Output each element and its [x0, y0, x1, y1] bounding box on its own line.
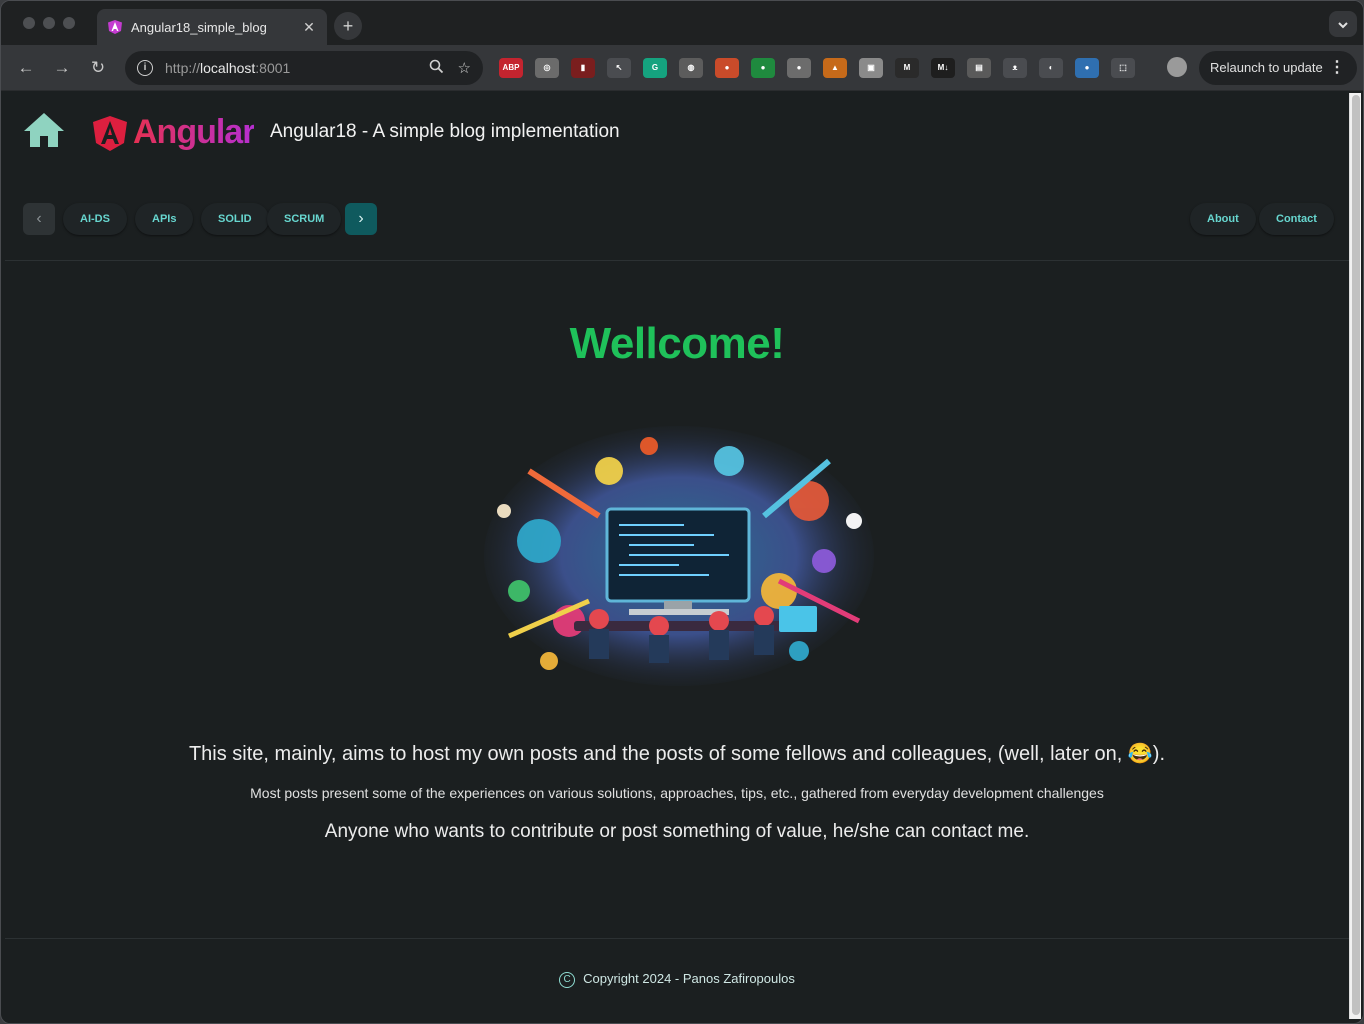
tab-strip: Angular18_simple_blog ✕ + — [1, 1, 1363, 45]
green-extension-icon[interactable]: ● — [751, 58, 775, 78]
page-scrollbar[interactable] — [1349, 93, 1361, 1019]
forward-button[interactable]: → — [49, 55, 75, 81]
hero-illustration — [484, 426, 874, 686]
ring-extension-icon[interactable]: ◎ — [535, 58, 559, 78]
url-scheme: http:// — [165, 60, 201, 76]
owl-extension-icon[interactable]: ● — [787, 58, 811, 78]
cursor-extension-icon[interactable]: ↖ — [607, 58, 631, 78]
welcome-heading: Wellcome! — [569, 319, 785, 368]
grammarly-icon[interactable]: G — [643, 58, 667, 78]
reload-icon: ↻ — [90, 58, 106, 77]
browser-window: Angular18_simple_blog ✕ + ← → ↻ i http:/… — [0, 0, 1364, 1024]
chevron-down-icon — [1338, 22, 1348, 29]
puzzle-icon[interactable]: ⬚ — [1111, 58, 1135, 78]
image-extension-icon[interactable]: ▣ — [859, 58, 883, 78]
maximize-window-button[interactable] — [63, 17, 75, 29]
active-tab[interactable]: Angular18_simple_blog ✕ — [97, 9, 327, 45]
site-header: Angular Angular18 - A simple blog implem… — [5, 91, 1349, 181]
zoom-icon[interactable] — [429, 59, 444, 78]
site-footer: C Copyright 2024 - Panos Zafiropoulos — [5, 971, 1349, 988]
cat-extension-icon[interactable]: ᴥ — [1003, 58, 1027, 78]
address-bar[interactable]: i http://localhost:8001 ☆ — [125, 51, 483, 85]
flame-extension-icon[interactable]: ▲ — [823, 58, 847, 78]
pdf-extension-icon[interactable]: ▮ — [571, 58, 595, 78]
detail-text: Most posts present some of the experienc… — [250, 785, 1104, 801]
moon-extension-icon[interactable]: ◐ — [1039, 58, 1063, 78]
nav-item-contact[interactable]: Contact — [1259, 203, 1334, 235]
medium-extension-icon[interactable]: M — [895, 58, 919, 78]
blue-extension-icon[interactable]: ● — [1075, 58, 1099, 78]
chevron-right-icon: › — [358, 210, 364, 227]
browser-toolbar: ← → ↻ i http://localhost:8001 ☆ ABP ◎ ▮ ↖ G ◍… — [1, 45, 1363, 91]
angular-favicon-icon — [108, 20, 122, 34]
arrow-right-icon: → — [53, 58, 71, 77]
new-tab-button[interactable]: + — [334, 12, 362, 40]
contact-text: Anyone who wants to contribute or post s… — [324, 821, 1030, 842]
url-host: localhost — [200, 60, 256, 76]
nav-item-about[interactable]: About — [1190, 203, 1256, 235]
header-divider — [5, 260, 1349, 261]
bookmark-star-icon[interactable]: ☆ — [458, 59, 471, 77]
nav-item-solid[interactable]: SOLID — [201, 203, 269, 235]
minimize-window-button[interactable] — [43, 17, 55, 29]
url-text[interactable]: http://localhost:8001 — [165, 60, 415, 76]
close-window-button[interactable] — [23, 17, 35, 29]
tab-close-icon[interactable]: ✕ — [301, 19, 317, 36]
more-menu-icon[interactable]: ⋮ — [1329, 51, 1345, 85]
reload-button[interactable]: ↻ — [85, 55, 111, 81]
tab-title: Angular18_simple_blog — [131, 19, 267, 35]
angular-logo-text: Angular — [133, 113, 255, 151]
web-page: Angular Angular18 - A simple blog implem… — [5, 91, 1349, 1023]
footer-divider — [5, 938, 1349, 939]
tab-search-button[interactable] — [1329, 11, 1357, 37]
window-extension-icon[interactable]: ▤ — [967, 58, 991, 78]
profile-avatar[interactable] — [1167, 57, 1187, 77]
site-title: Angular18 - A simple blog implementation — [270, 121, 620, 142]
relaunch-label: Relaunch to update — [1210, 60, 1323, 75]
copyright-text: Copyright 2024 - Panos Zafiropoulos — [583, 971, 795, 986]
nav-item-ai-ds[interactable]: AI-DS — [63, 203, 127, 235]
nav-prev-button[interactable]: ‹ — [23, 203, 55, 235]
back-button[interactable]: ← — [13, 55, 39, 81]
nav-next-button[interactable]: › — [345, 203, 377, 235]
scrollbar-thumb[interactable] — [1352, 95, 1360, 1015]
circle-extension-icon[interactable]: ◍ — [679, 58, 703, 78]
url-port: :8001 — [255, 60, 291, 76]
category-nav: ‹ AI-DS APIs SOLID SCRUM › About Contact — [5, 201, 1349, 241]
arrow-left-icon: ← — [17, 58, 35, 77]
angular-logo[interactable]: Angular — [91, 113, 255, 152]
chevron-left-icon: ‹ — [36, 210, 42, 227]
extensions-bar: ABP ◎ ▮ ↖ G ◍ ● ● ● ▲ ▣ M M↓ ▤ ᴥ ◐ ● ⬚ — [499, 58, 1135, 78]
copyright-icon: C — [559, 972, 576, 988]
relaunch-button[interactable]: Relaunch to update ⋮ — [1199, 51, 1357, 85]
nav-item-apis[interactable]: APIs — [135, 203, 194, 235]
color-wheel-icon[interactable]: ● — [715, 58, 739, 78]
adblock-icon[interactable]: ABP — [499, 58, 523, 78]
window-controls[interactable] — [23, 17, 75, 29]
nav-item-scrum[interactable]: SCRUM — [267, 203, 342, 235]
intro-text: This site, mainly, aims to host my own p… — [188, 743, 1166, 765]
home-icon[interactable] — [23, 111, 65, 149]
angular-shield-icon — [93, 115, 127, 151]
site-info-icon[interactable]: i — [137, 60, 153, 76]
markdown-extension-icon[interactable]: M↓ — [931, 58, 955, 78]
